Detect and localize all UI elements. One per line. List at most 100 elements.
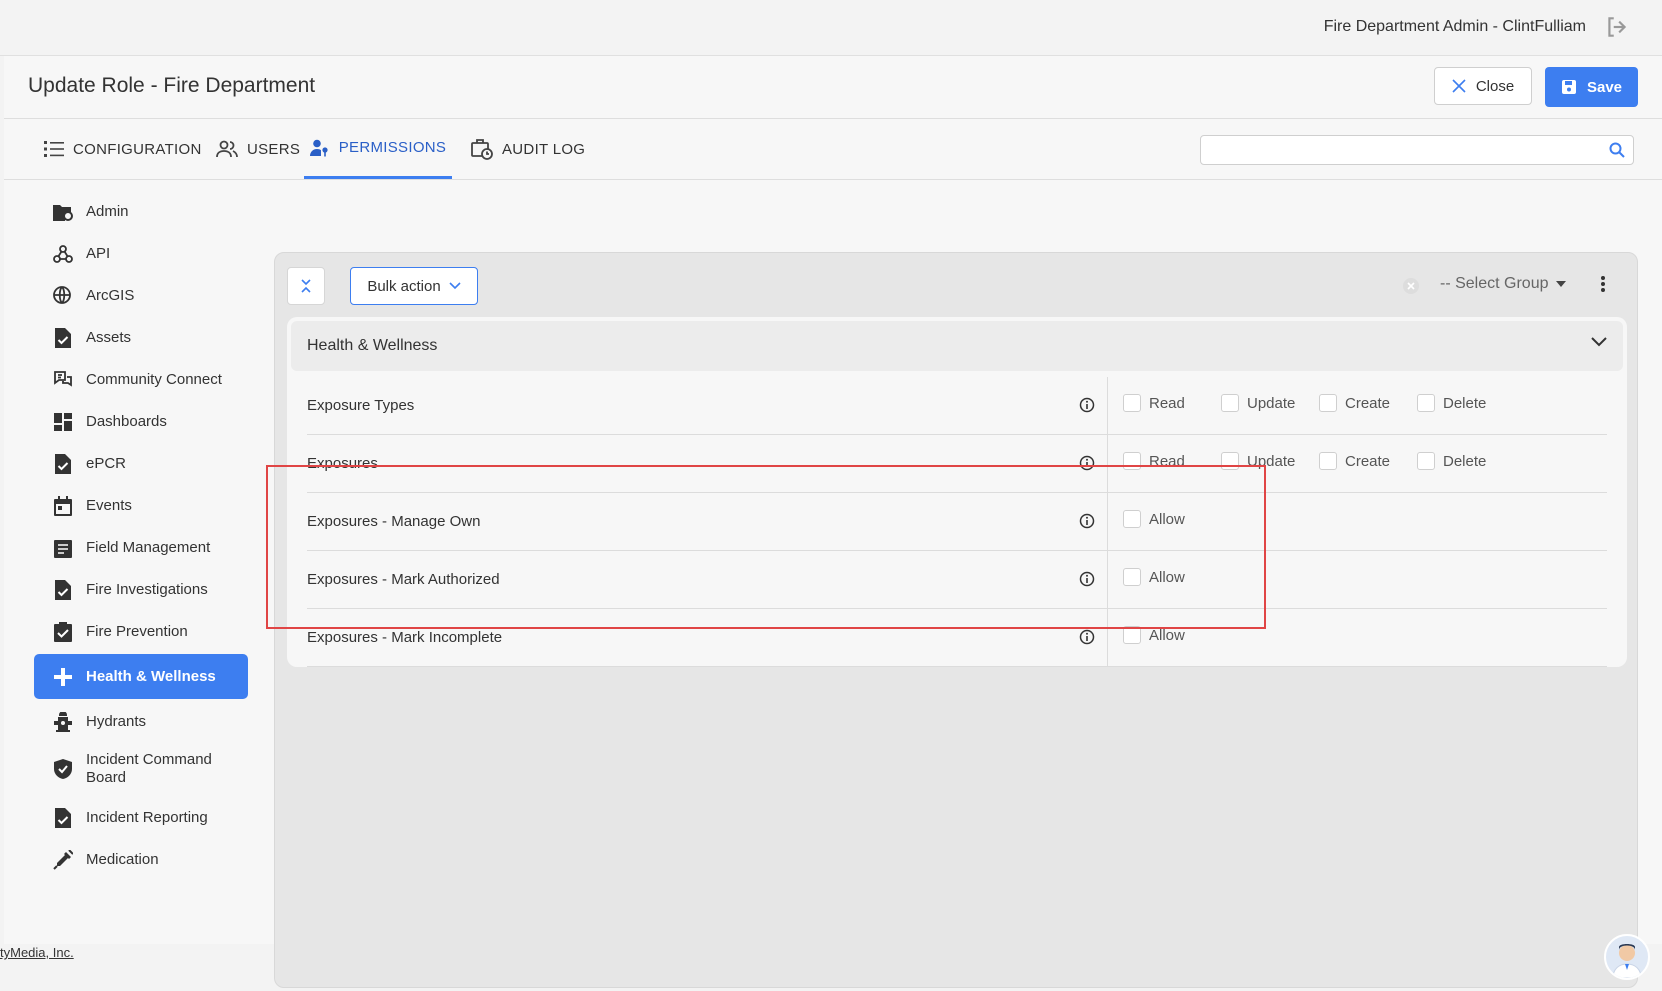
chat-icon xyxy=(52,369,74,391)
footer-copyright[interactable]: tyMedia, Inc. xyxy=(0,945,74,960)
search-icon[interactable] xyxy=(1609,142,1625,158)
permission-name: Exposures - Mark Incomplete xyxy=(307,629,503,646)
sidebar-item-fire-investigations[interactable]: Fire Investigations xyxy=(34,570,248,610)
permission-option[interactable]: Delete xyxy=(1417,452,1486,470)
delete-checkbox[interactable] xyxy=(1417,394,1435,412)
permission-option[interactable]: Read xyxy=(1123,394,1185,412)
create-checkbox[interactable] xyxy=(1319,452,1337,470)
webhook-icon xyxy=(52,243,74,265)
option-label: Create xyxy=(1345,394,1391,412)
option-label: Update xyxy=(1247,394,1296,412)
option-label: Create xyxy=(1345,452,1391,470)
sidebar-item-epcr[interactable]: ePCR xyxy=(34,444,248,484)
sidebar-item-label: Medication xyxy=(86,851,159,868)
clear-icon[interactable] xyxy=(1402,277,1420,295)
more-options-icon[interactable] xyxy=(1600,275,1606,293)
sidebar-item-fire-prevention[interactable]: Fire Prevention xyxy=(34,612,248,652)
delete-checkbox[interactable] xyxy=(1417,452,1435,470)
caret-down-icon xyxy=(1556,281,1567,287)
sidebar-item-incident-command-board[interactable]: Incident Command Board xyxy=(34,744,248,794)
sidebar-item-label: Incident Command Board xyxy=(86,751,212,786)
highlight-box xyxy=(266,465,1266,629)
top-bar: Fire Department Admin - ClintFulliam xyxy=(0,0,1662,56)
tab-users[interactable]: USERS xyxy=(216,119,300,179)
globe-gear-icon xyxy=(52,285,74,307)
tab-users-label: USERS xyxy=(247,140,301,158)
save-button[interactable]: Save xyxy=(1545,67,1638,107)
chevron-down-icon xyxy=(449,282,461,290)
sidebar-item-api[interactable]: API xyxy=(34,234,248,274)
search-input[interactable] xyxy=(1200,135,1634,165)
sidebar-item-incident-reporting[interactable]: Incident Reporting xyxy=(34,798,248,838)
bulk-action-label: Bulk action xyxy=(367,277,441,295)
list-icon xyxy=(44,141,64,157)
read-checkbox[interactable] xyxy=(1123,394,1141,412)
collapse-icon xyxy=(301,279,311,293)
bulk-action-dropdown[interactable]: Bulk action xyxy=(350,267,478,305)
tab-audit-log-label: AUDIT LOG xyxy=(502,140,586,158)
dashboard-icon xyxy=(52,411,74,433)
sidebar-item-label: Community Connect xyxy=(86,371,222,388)
file-check-icon xyxy=(52,327,74,349)
sidebar-item-health-wellness[interactable]: Health & Wellness xyxy=(34,654,248,699)
chevron-down-icon[interactable] xyxy=(1591,337,1607,347)
user-label: Fire Department Admin - ClintFulliam xyxy=(1323,18,1586,35)
permission-name: Exposure Types xyxy=(307,397,415,414)
sidebar-item-assets[interactable]: Assets xyxy=(34,318,248,358)
assistant-avatar[interactable] xyxy=(1604,934,1650,980)
sidebar-item-label: Health & Wellness xyxy=(86,667,216,685)
sidebar-item-admin[interactable]: Admin xyxy=(34,192,248,232)
sidebar-item-label: Events xyxy=(86,497,132,514)
file-check-icon xyxy=(52,807,74,829)
select-group-dropdown[interactable]: -- Select Group xyxy=(1440,275,1567,293)
folder-gear-icon xyxy=(52,201,74,223)
close-icon xyxy=(1452,79,1466,93)
page-header: Update Role - Fire Department Close Save xyxy=(4,56,1662,119)
plus-icon xyxy=(52,666,74,688)
avatar-icon xyxy=(1612,944,1642,978)
update-checkbox[interactable] xyxy=(1221,394,1239,412)
sidebar-item-label: Fire Investigations xyxy=(86,581,208,598)
sidebar-item-field-management[interactable]: Field Management xyxy=(34,528,248,568)
close-button-label: Close xyxy=(1475,77,1515,95)
sidebar-item-medication[interactable]: Medication xyxy=(34,840,248,880)
permission-option[interactable]: Delete xyxy=(1417,394,1486,412)
tab-configuration[interactable]: CONFIGURATION xyxy=(44,119,202,179)
sidebar-item-label: Dashboards xyxy=(86,413,167,430)
section-header[interactable]: Health & Wellness xyxy=(291,321,1623,371)
permission-option[interactable]: Update xyxy=(1221,394,1295,412)
sidebar-item-label: Incident Reporting xyxy=(86,809,208,826)
sidebar-item-dashboards[interactable]: Dashboards xyxy=(34,402,248,442)
user-key-icon xyxy=(309,139,328,156)
save-button-label: Save xyxy=(1586,78,1623,96)
info-icon[interactable] xyxy=(1079,397,1095,413)
sidebar-item-label: Hydrants xyxy=(86,713,147,730)
calendar-icon xyxy=(52,495,74,517)
sidebar-item-hydrants[interactable]: Hydrants xyxy=(34,702,248,742)
hydrant-icon xyxy=(52,711,74,733)
sidebar-item-arcgis[interactable]: ArcGIS xyxy=(34,276,248,316)
clipboard-list-icon xyxy=(52,537,74,559)
create-checkbox[interactable] xyxy=(1319,394,1337,412)
logout-icon[interactable] xyxy=(1604,14,1630,40)
section-title: Health & Wellness xyxy=(307,337,438,354)
sidebar-item-label: Admin xyxy=(86,203,129,220)
option-label: Allow xyxy=(1149,626,1185,644)
sidebar-item-label: Field Management xyxy=(86,539,211,556)
sidebar-item-community-connect[interactable]: Community Connect xyxy=(34,360,248,400)
collapse-all-button[interactable] xyxy=(287,267,325,305)
briefcase-clock-icon xyxy=(471,139,493,160)
option-label: Delete xyxy=(1443,394,1487,412)
tab-permissions[interactable]: PERMISSIONS xyxy=(304,119,452,179)
info-icon[interactable] xyxy=(1079,629,1095,645)
sidebar-item-label: API xyxy=(86,245,111,262)
close-button[interactable]: Close xyxy=(1434,67,1532,105)
permission-row: Exposure Types Read Update Create Delete xyxy=(307,377,1607,435)
sidebar-item-label: Assets xyxy=(86,329,132,346)
sidebar-item-events[interactable]: Events xyxy=(34,486,248,526)
permission-option[interactable]: Create xyxy=(1319,394,1390,412)
permission-option[interactable]: Create xyxy=(1319,452,1390,470)
tab-audit-log[interactable]: AUDIT LOG xyxy=(471,119,585,179)
tab-configuration-label: CONFIGURATION xyxy=(73,140,202,158)
page-title: Update Role - Fire Department xyxy=(28,74,316,97)
